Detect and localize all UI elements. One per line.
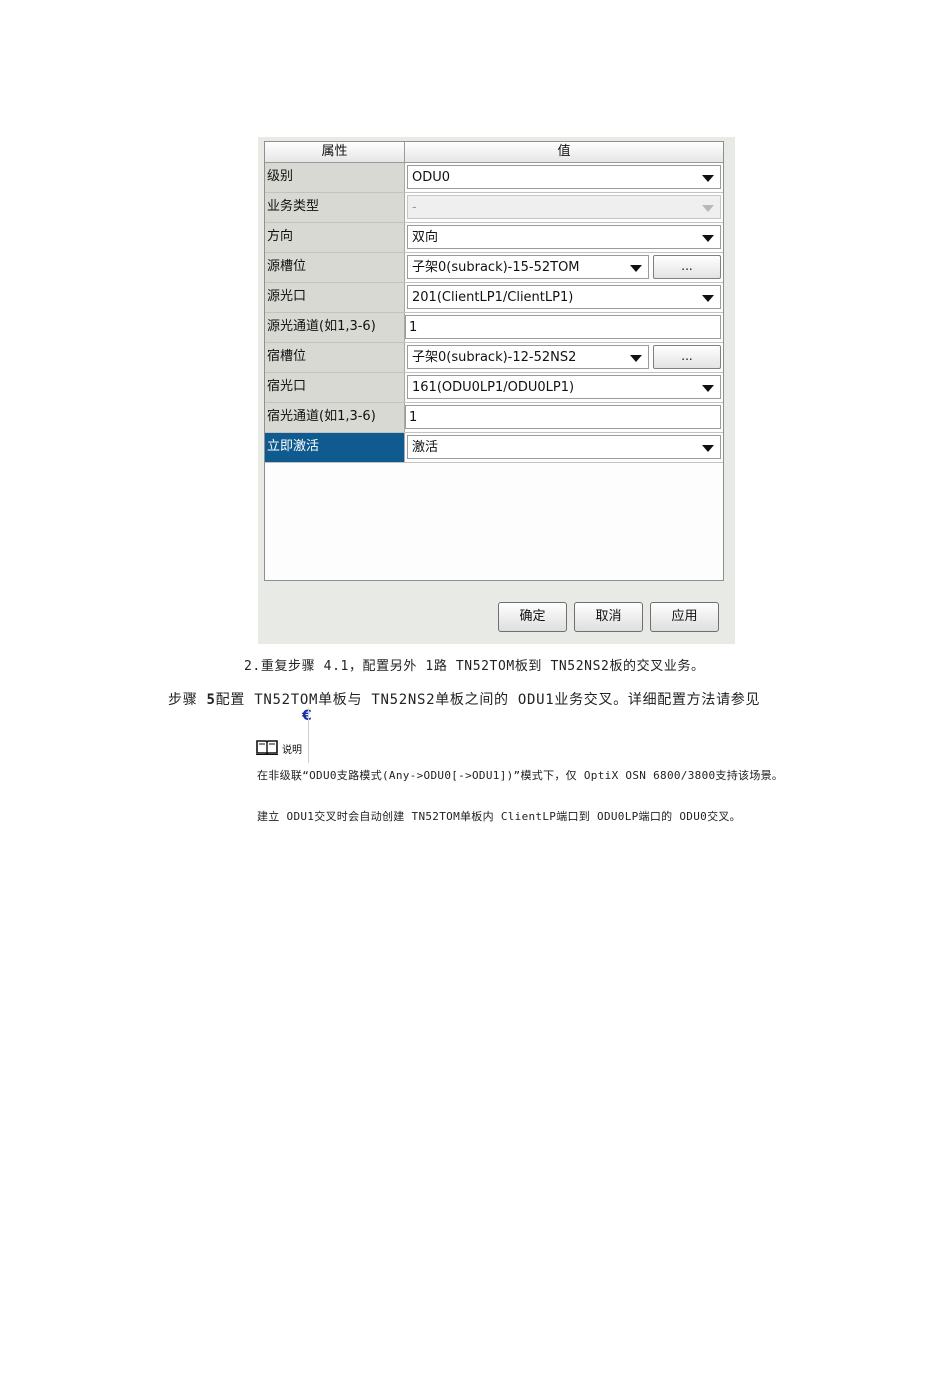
table-header: 属性 值: [265, 142, 723, 163]
table-row-direction: 方向 双向: [265, 223, 723, 253]
source-slot-select[interactable]: 子架0(subrack)-15-52TOM: [407, 255, 649, 279]
table-row-level: 级别 ODU0: [265, 163, 723, 193]
service-type-select: -: [407, 195, 721, 219]
table-row-sink-channel: 宿光通道(如1,3-6) 1: [265, 403, 723, 433]
source-slot-value: 子架0(subrack)-15-52TOM: [412, 260, 580, 275]
value-column-header: 值: [405, 142, 723, 162]
sink-slot-value: 子架0(subrack)-12-52NS2: [412, 350, 577, 365]
sink-port-select[interactable]: 161(ODU0LP1/ODU0LP1): [407, 375, 721, 399]
cancel-button[interactable]: 取消: [574, 602, 643, 632]
row-label: 业务类型: [265, 193, 405, 222]
source-port-value: 201(ClientLP1/ClientLP1): [412, 290, 574, 305]
table-row-sink-port: 宿光口 161(ODU0LP1/ODU0LP1): [265, 373, 723, 403]
dropdown-arrow-icon[interactable]: [702, 175, 714, 182]
table-row-source-slot: 源槽位 子架0(subrack)-15-52TOM ...: [265, 253, 723, 283]
sink-port-value: 161(ODU0LP1/ODU0LP1): [412, 380, 575, 395]
step5-paragraph: 步骤 5配置 TN52TOM单板与 TN52NS2单板之间的 ODU1业务交叉。…: [168, 689, 760, 709]
row-label: 立即激活: [265, 433, 405, 462]
table-row-service-type: 业务类型 -: [265, 193, 723, 223]
table-row-source-channel: 源光通道(如1,3-6) 1: [265, 313, 723, 343]
source-channel-input[interactable]: 1: [405, 315, 721, 339]
service-type-value: -: [412, 200, 417, 215]
row-label: 宿光口: [265, 373, 405, 402]
create-cross-connection-dialog: 属性 值 级别 ODU0 业务类型 - 方向 双向 源槽位 子架0(subrac…: [258, 137, 735, 644]
note-divider: [308, 708, 309, 763]
level-select[interactable]: ODU0: [407, 165, 721, 189]
property-column-header: 属性: [265, 142, 405, 162]
book-icon: [256, 740, 278, 755]
row-label: 源光口: [265, 283, 405, 312]
dropdown-arrow-icon: [702, 205, 714, 212]
attribute-table: 属性 值 级别 ODU0 业务类型 - 方向 双向 源槽位 子架0(subrac…: [264, 141, 724, 581]
row-label: 宿光通道(如1,3-6): [265, 403, 405, 432]
row-label: 方向: [265, 223, 405, 252]
note-line-2: 建立 ODU1交叉时会自动创建 TN52TOM单板内 ClientLP端口到 O…: [257, 810, 741, 823]
dropdown-arrow-icon[interactable]: [702, 445, 714, 452]
dropdown-arrow-icon[interactable]: [702, 235, 714, 242]
step5-text: 配置 TN52TOM单板与 TN52NS2单板之间的 ODU1业务交叉。详细配置…: [215, 692, 761, 708]
row-label: 级别: [265, 163, 405, 192]
activate-value: 激活: [412, 440, 439, 455]
table-row-sink-slot: 宿槽位 子架0(subrack)-12-52NS2 ...: [265, 343, 723, 373]
direction-select[interactable]: 双向: [407, 225, 721, 249]
dropdown-arrow-icon[interactable]: [630, 355, 642, 362]
note-line-1: 在非级联“ODU0支路模式(Any->ODU0[->ODU1])”模式下，仅 O…: [257, 769, 784, 782]
sink-channel-input[interactable]: 1: [405, 405, 721, 429]
note-label: 说明: [282, 745, 302, 756]
ok-button[interactable]: 确定: [498, 602, 567, 632]
sink-slot-browse-button[interactable]: ...: [653, 345, 721, 369]
table-row-activate: 立即激活 激活: [265, 433, 723, 463]
level-value: ODU0: [412, 170, 451, 185]
source-slot-browse-button[interactable]: ...: [653, 255, 721, 279]
dropdown-arrow-icon[interactable]: [702, 295, 714, 302]
source-port-select[interactable]: 201(ClientLP1/ClientLP1): [407, 285, 721, 309]
sink-slot-select[interactable]: 子架0(subrack)-12-52NS2: [407, 345, 649, 369]
table-row-source-port: 源光口 201(ClientLP1/ClientLP1): [265, 283, 723, 313]
row-label: 源槽位: [265, 253, 405, 282]
row-label: 源光通道(如1,3-6): [265, 313, 405, 342]
row-label: 宿槽位: [265, 343, 405, 372]
direction-value: 双向: [412, 230, 439, 245]
step5-number: 5: [206, 692, 216, 708]
apply-button[interactable]: 应用: [650, 602, 719, 632]
dropdown-arrow-icon[interactable]: [630, 265, 642, 272]
activate-select[interactable]: 激活: [407, 435, 721, 459]
step2-paragraph: 2.重复步骤 4.1，配置另外 1路 TN52TOM板到 TN52NS2板的交叉…: [244, 659, 705, 674]
step5-prefix: 步骤: [168, 692, 207, 708]
dropdown-arrow-icon[interactable]: [702, 385, 714, 392]
